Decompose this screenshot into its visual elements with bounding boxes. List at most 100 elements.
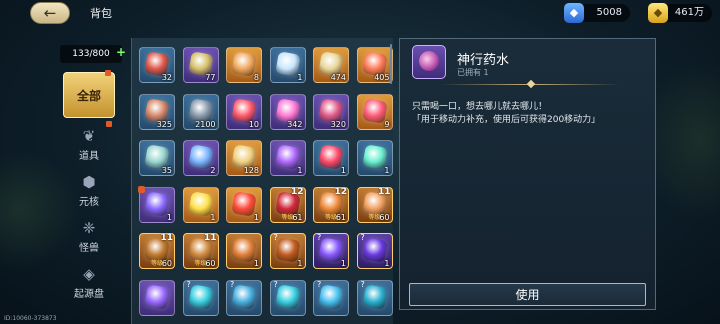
use-button[interactable]: 使用 bbox=[409, 283, 646, 306]
inventory-item[interactable]: 1? bbox=[313, 233, 349, 269]
expand-capacity-icon[interactable]: + bbox=[116, 45, 126, 59]
inventory-item[interactable]: ? bbox=[356, 279, 393, 316]
inventory-item[interactable]: ? bbox=[269, 279, 306, 316]
item-count: 32 bbox=[161, 73, 172, 82]
tab-cores-label: 元核 bbox=[79, 197, 99, 208]
core-icon: ⬢ bbox=[82, 173, 96, 191]
unknown-mark: ? bbox=[360, 279, 365, 289]
item-art-icon bbox=[231, 51, 257, 77]
item-art-icon bbox=[144, 283, 170, 310]
item-count: 77 bbox=[205, 73, 216, 82]
back-arrow-icon: ← bbox=[43, 4, 57, 22]
inventory-item[interactable]: 2 bbox=[182, 140, 219, 176]
item-count: 474 bbox=[330, 73, 346, 82]
item-count: 60 bbox=[161, 259, 172, 268]
tab-monsters[interactable]: ❈ 怪兽 bbox=[63, 216, 115, 260]
back-button[interactable]: ← bbox=[30, 2, 70, 24]
user-id: ID:10060-373873 bbox=[4, 315, 57, 322]
inventory-item[interactable]: ? bbox=[182, 279, 219, 316]
item-owned-count: 已拥有 1 bbox=[457, 68, 489, 77]
gem-currency[interactable]: ◆ 5008 bbox=[564, 3, 630, 23]
top-bar: ← 背包 ◆ 5008 ◆ 461万 bbox=[0, 0, 720, 28]
inventory-item[interactable]: 10 bbox=[226, 93, 262, 130]
unknown-mark: ? bbox=[186, 279, 191, 289]
inventory-item[interactable]: 320 bbox=[313, 93, 349, 130]
inventory-item[interactable]: 1 bbox=[269, 140, 306, 176]
inventory-item[interactable]: 1? bbox=[356, 233, 393, 269]
inventory-item[interactable]: 474 bbox=[313, 47, 349, 83]
tab-origin-disk[interactable]: ◈ 起源盘 bbox=[63, 262, 115, 306]
potion-icon: ❦ bbox=[82, 127, 96, 145]
item-level-badge: 11 bbox=[377, 186, 391, 197]
inventory-item[interactable]: ? bbox=[226, 279, 262, 316]
inventory-item[interactable]: 405 bbox=[356, 47, 393, 83]
item-level-badge: 12 bbox=[290, 186, 304, 197]
inventory-item[interactable]: 60 11 等级 bbox=[356, 186, 393, 223]
item-level-badge: 11 bbox=[160, 233, 173, 243]
grid-scrollbar[interactable] bbox=[390, 44, 392, 84]
item-art-icon bbox=[274, 283, 301, 310]
item-art-icon bbox=[318, 283, 344, 310]
inventory-item[interactable]: 128 bbox=[226, 140, 262, 176]
inventory-item[interactable]: ? bbox=[313, 279, 349, 316]
inventory-item[interactable]: 9 bbox=[356, 93, 393, 130]
inventory-item[interactable]: 1 bbox=[226, 186, 262, 223]
unknown-mark: ? bbox=[273, 279, 278, 289]
unknown-mark: ? bbox=[317, 233, 322, 242]
page-title: 背包 bbox=[90, 7, 112, 20]
tab-all[interactable]: 全部 bbox=[63, 70, 115, 118]
item-count: 405 bbox=[374, 73, 390, 82]
new-dot-icon bbox=[138, 185, 145, 193]
inventory-item[interactable]: 325 bbox=[139, 93, 175, 130]
item-detail-panel: 神行药水 已拥有 1 只需喝一口，想去哪儿就去哪儿！ 「用于移动力补充，使用后可… bbox=[399, 38, 656, 310]
inventory-item[interactable]: 61 12 等级 bbox=[313, 186, 349, 223]
inventory-item[interactable]: 60 11 等级 bbox=[182, 233, 219, 269]
item-count: 320 bbox=[330, 119, 346, 129]
inventory-item[interactable]: 1 bbox=[313, 140, 349, 176]
inventory-item[interactable]: 77 bbox=[182, 47, 219, 83]
item-count: 60 bbox=[205, 259, 216, 268]
item-count: 1 bbox=[253, 212, 259, 222]
inventory-item[interactable]: 1? bbox=[269, 233, 306, 269]
inventory-item[interactable]: 1 bbox=[182, 186, 219, 223]
inventory-item[interactable]: 1 bbox=[138, 185, 175, 223]
item-count: 2100 bbox=[195, 119, 216, 129]
inventory-item[interactable]: 1 bbox=[226, 233, 262, 269]
item-count: 61 bbox=[335, 212, 346, 222]
inventory-item[interactable] bbox=[139, 279, 175, 316]
inventory-item[interactable]: 342 bbox=[269, 93, 306, 130]
inventory-item[interactable]: 35 bbox=[139, 140, 175, 176]
tab-props-label: 道具 bbox=[79, 151, 99, 162]
item-count: 1 bbox=[297, 166, 303, 175]
tab-monsters-label: 怪兽 bbox=[79, 243, 99, 254]
blue-gem-icon: ◆ bbox=[564, 3, 584, 23]
inventory-item[interactable]: 60 11 等级 bbox=[139, 233, 175, 269]
selected-item-icon bbox=[412, 45, 446, 79]
inventory-item[interactable]: 32 bbox=[139, 47, 175, 83]
item-grid[interactable]: 32 77 8 1 474 405 325 2100 10 342 320 9 35 2 128 1 1 1 1 1 1… bbox=[131, 38, 393, 324]
item-art-icon bbox=[361, 283, 388, 310]
inventory-item[interactable]: 1 bbox=[269, 47, 306, 83]
tab-origin-disk-label: 起源盘 bbox=[74, 289, 104, 300]
item-level-badge: 11 bbox=[203, 233, 217, 243]
gold-amount: 461万 bbox=[674, 7, 704, 18]
inventory-item[interactable]: 8 bbox=[226, 47, 262, 83]
gold-currency[interactable]: ◆ 461万 bbox=[648, 3, 712, 23]
item-count: 8 bbox=[253, 73, 259, 82]
item-art-icon bbox=[187, 283, 214, 310]
unknown-mark: ? bbox=[317, 279, 322, 289]
inventory-item[interactable]: 61 12 等级 bbox=[269, 186, 306, 223]
inventory-item[interactable]: 2100 bbox=[182, 93, 219, 130]
item-count: 1 bbox=[384, 259, 390, 268]
item-level-tag: 等级 bbox=[281, 213, 294, 221]
inventory-item[interactable]: 1 bbox=[356, 140, 393, 176]
item-count: 1 bbox=[253, 259, 259, 268]
tab-props[interactable]: ❦ 道具 bbox=[63, 121, 115, 168]
tab-cores[interactable]: ⬢ 元核 bbox=[63, 170, 115, 214]
item-count: 1 bbox=[340, 166, 346, 175]
item-level-tag: 等级 bbox=[368, 213, 381, 221]
item-level-tag: 等级 bbox=[324, 213, 338, 221]
item-art-icon bbox=[231, 283, 257, 310]
new-dot-icon bbox=[106, 121, 112, 127]
item-art-icon bbox=[318, 237, 344, 263]
